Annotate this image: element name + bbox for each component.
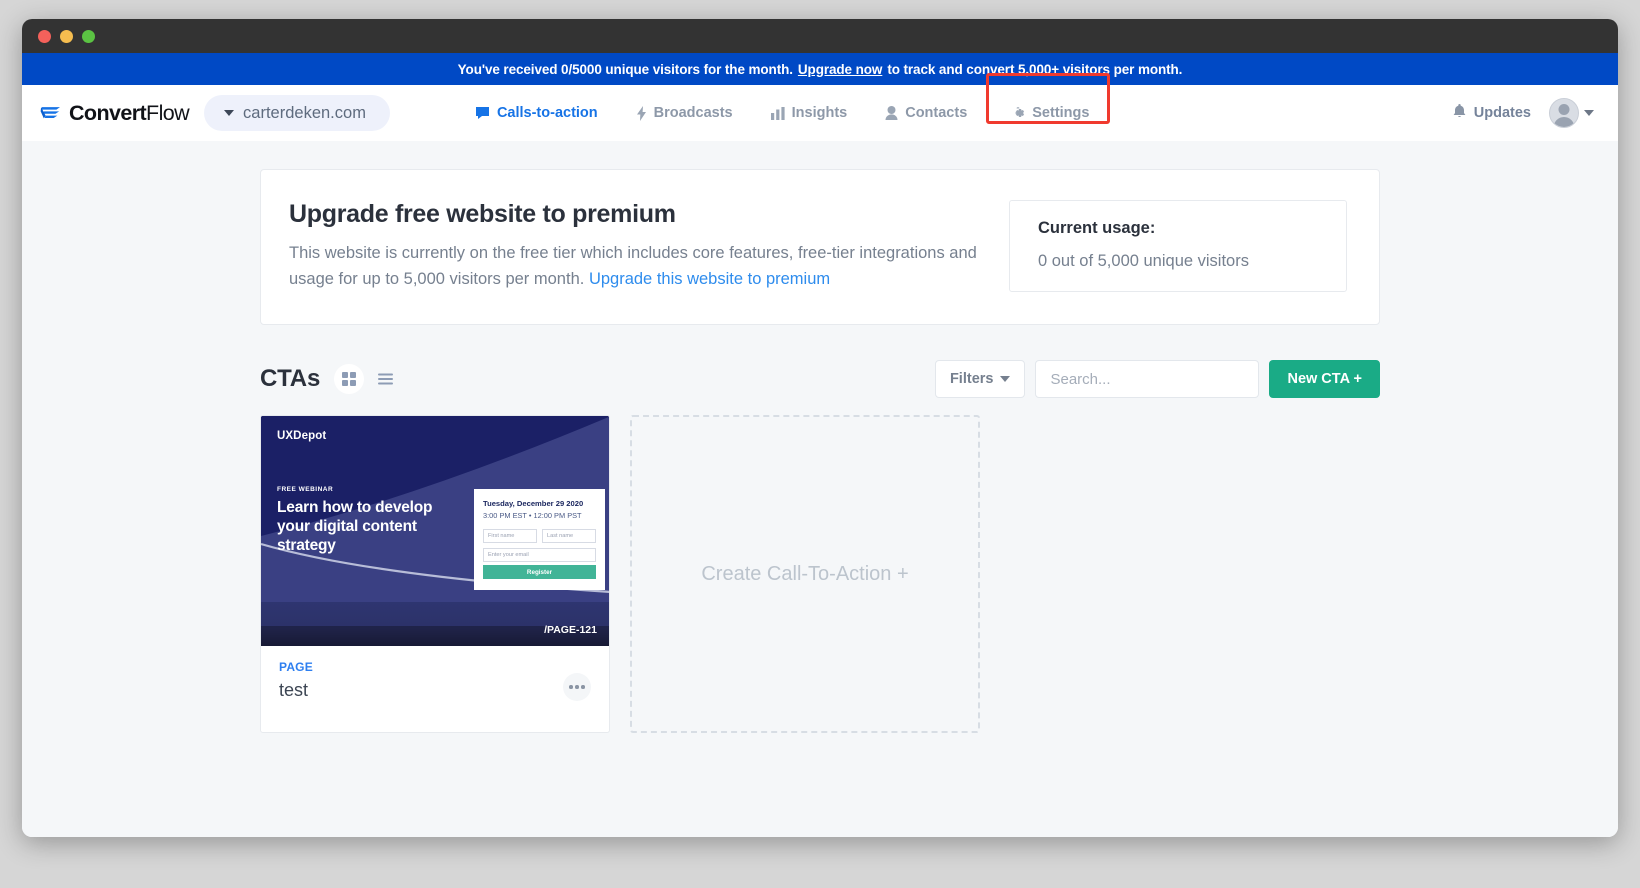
current-usage-value: 0 out of 5,000 unique visitors [1038, 252, 1326, 271]
thumbnail-eyebrow: FREE WEBINAR [277, 486, 333, 493]
site-selector[interactable]: carterdeken.com [204, 95, 390, 131]
ctas-toolbar-right: Filters New CTA + [935, 360, 1380, 398]
view-toggle-group [334, 364, 400, 394]
upgrade-banner: You've received 0/5000 unique visitors f… [22, 53, 1618, 85]
current-usage-box: Current usage: 0 out of 5,000 unique vis… [1009, 200, 1347, 292]
list-view-icon [378, 373, 393, 385]
nav-item-insights[interactable]: Insights [752, 85, 867, 141]
cta-thumbnail: UXDepot FREE WEBINAR Learn how to develo… [261, 416, 609, 646]
cta-card-menu-button[interactable] [563, 673, 591, 701]
nav-item-settings[interactable]: Settings [992, 85, 1108, 141]
thumbnail-last-name-field: Last name [542, 529, 596, 543]
chevron-down-icon [224, 110, 234, 116]
upgrade-card-left: Upgrade free website to premium This web… [289, 200, 1009, 292]
list-view-button[interactable] [370, 364, 400, 394]
banner-upgrade-link[interactable]: Upgrade now [798, 62, 882, 77]
settings-nav-container: Settings [986, 85, 1114, 141]
cta-card[interactable]: UXDepot FREE WEBINAR Learn how to develo… [260, 415, 610, 733]
lightning-bolt-icon [636, 106, 647, 121]
thumbnail-email-field: Enter your email [483, 548, 596, 562]
thumbnail-register-button: Register [483, 565, 596, 579]
nav-label-insights: Insights [792, 105, 848, 121]
create-cta-placeholder[interactable]: Create Call-To-Action + [630, 415, 980, 733]
grid-view-icon [342, 372, 356, 386]
nav-item-contacts[interactable]: Contacts [866, 85, 986, 141]
nav-label-settings: Settings [1032, 105, 1089, 121]
cta-card-text: PAGE test [279, 660, 313, 701]
ctas-toolbar: CTAs [260, 359, 1380, 399]
avatar [1549, 98, 1579, 128]
thumbnail-form-name-row: First name Last name [483, 529, 596, 543]
chat-bubble-icon [475, 106, 490, 120]
gear-icon [1011, 106, 1025, 120]
main-content: Upgrade free website to premium This web… [22, 141, 1618, 837]
nav-label-contacts: Contacts [905, 105, 967, 121]
filters-button[interactable]: Filters [935, 360, 1026, 398]
header-right-group: Updates [1453, 98, 1594, 128]
browser-window: You've received 0/5000 unique visitors f… [22, 19, 1618, 837]
nav-label-broadcasts: Broadcasts [654, 105, 733, 121]
ctas-grid: UXDepot FREE WEBINAR Learn how to develo… [260, 415, 1380, 733]
updates-button[interactable]: Updates [1453, 104, 1531, 123]
main-navigation: Calls-to-action Broadcasts Insights Cont… [456, 85, 1115, 141]
filters-label: Filters [950, 371, 994, 387]
close-window-button[interactable] [38, 30, 51, 43]
chevron-down-icon [1000, 376, 1010, 382]
window-titlebar [22, 19, 1618, 53]
upgrade-card: Upgrade free website to premium This web… [260, 169, 1380, 325]
bell-icon [1453, 104, 1466, 123]
grid-view-button[interactable] [334, 364, 364, 394]
person-icon [885, 106, 898, 120]
ctas-heading: CTAs [260, 365, 320, 393]
current-usage-label: Current usage: [1038, 219, 1326, 238]
ellipsis-icon [575, 685, 579, 689]
cta-card-body: PAGE test [261, 646, 609, 719]
content-container: Upgrade free website to premium This web… [260, 141, 1380, 733]
thumbnail-form-time: 3:00 PM EST • 12:00 PM PST [483, 511, 596, 520]
ellipsis-icon [569, 685, 573, 689]
thumbnail-form-date: Tuesday, December 29 2020 [483, 499, 596, 508]
maximize-window-button[interactable] [82, 30, 95, 43]
new-cta-button[interactable]: New CTA + [1269, 360, 1380, 398]
search-input[interactable] [1050, 371, 1249, 388]
site-selector-label: carterdeken.com [243, 104, 366, 123]
thumbnail-headline: Learn how to develop your digital conten… [277, 499, 467, 556]
ellipsis-icon [581, 685, 585, 689]
nav-item-calls-to-action[interactable]: Calls-to-action [456, 85, 617, 141]
app-header: ConvertFlow carterdeken.com Calls-to-act… [22, 85, 1618, 141]
convertflow-logo[interactable]: ConvertFlow [40, 101, 189, 126]
convertflow-logo-text: ConvertFlow [69, 101, 189, 126]
search-box[interactable] [1035, 360, 1259, 398]
nav-item-broadcasts[interactable]: Broadcasts [617, 85, 752, 141]
thumbnail-url-label: /PAGE-121 [544, 624, 597, 636]
banner-text-after: to track and convert 5,000+ visitors per… [887, 62, 1182, 77]
chevron-down-icon [1584, 110, 1594, 116]
upgrade-description: This website is currently on the free ti… [289, 241, 979, 292]
user-menu[interactable] [1549, 98, 1594, 128]
thumbnail-form: Tuesday, December 29 2020 3:00 PM EST • … [474, 489, 605, 590]
updates-label: Updates [1474, 105, 1531, 121]
create-cta-label: Create Call-To-Action + [701, 563, 908, 586]
thumbnail-brand: UXDepot [277, 430, 326, 442]
banner-text-before: You've received 0/5000 unique visitors f… [458, 62, 793, 77]
convertflow-logo-icon [40, 104, 62, 122]
cta-type-badge: PAGE [279, 660, 313, 674]
upgrade-website-link[interactable]: Upgrade this website to premium [589, 270, 830, 288]
bar-chart-icon [771, 107, 785, 120]
minimize-window-button[interactable] [60, 30, 73, 43]
nav-label-calls-to-action: Calls-to-action [497, 105, 598, 121]
thumbnail-first-name-field: First name [483, 529, 537, 543]
cta-name: test [279, 680, 313, 701]
page-title: Upgrade free website to premium [289, 200, 979, 229]
